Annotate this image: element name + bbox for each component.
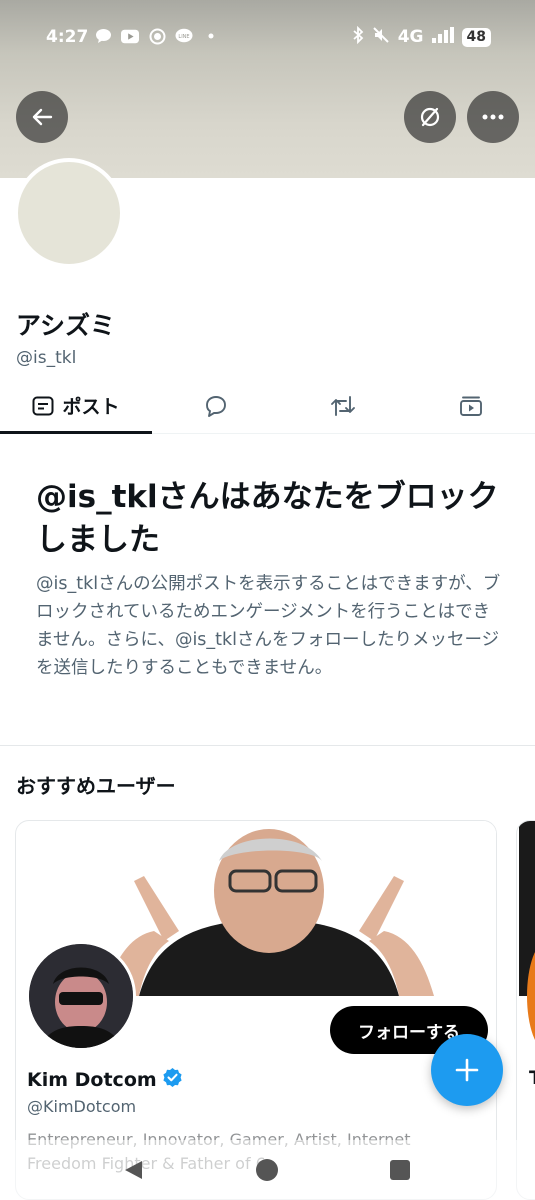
more-options-button[interactable] — [467, 91, 519, 143]
nav-recents-button[interactable] — [390, 1160, 410, 1180]
plus-icon — [455, 1058, 479, 1082]
tab-replies[interactable] — [186, 378, 246, 433]
chat-icon — [94, 27, 112, 45]
user-card-handle: @KimDotcom — [27, 1097, 137, 1116]
user-card-name-row: Kim Dotcom — [27, 1067, 183, 1092]
notification-icons: LINE — [94, 27, 220, 45]
dot-icon — [202, 27, 220, 45]
profile-tabs: ポスト — [0, 378, 535, 434]
user-card-name: Kim Dotcom — [27, 1068, 157, 1091]
tab-posts-label: ポスト — [62, 396, 120, 418]
section-divider — [0, 745, 535, 746]
post-icon — [32, 396, 54, 415]
back-button[interactable] — [16, 91, 68, 143]
tab-media[interactable] — [441, 378, 501, 433]
profile-avatar[interactable] — [14, 158, 124, 268]
battery-level: 48 — [461, 27, 491, 47]
blocked-notice-title: @is_tklさんはあなたをブロックしました — [36, 479, 499, 558]
repost-icon — [331, 395, 355, 416]
nav-back-button[interactable] — [122, 1159, 144, 1185]
line-icon: LINE — [175, 27, 193, 45]
triangle-back-icon — [125, 1161, 142, 1179]
tab-reposts[interactable] — [313, 378, 373, 433]
sync-off-icon — [420, 107, 440, 127]
blocked-notice-description: @is_tklさんの公開ポストを表示することはできますが、ブロックされているため… — [36, 574, 501, 678]
profile-display-name: アシズミ — [16, 311, 116, 340]
more-horizontal-icon — [482, 114, 504, 120]
next-card-name: T — [529, 1067, 535, 1089]
user-card-avatar[interactable] — [26, 941, 136, 1051]
recommended-users-title: おすすめユーザー — [16, 774, 176, 798]
status-time: 4:27 — [46, 27, 89, 47]
record-icon — [148, 27, 166, 45]
sync-off-button[interactable] — [404, 91, 456, 143]
profile-handle: @is_tkl — [16, 348, 77, 368]
status-bar: 4:27 LINE 4G 48 — [0, 0, 535, 72]
signal-icon — [431, 27, 454, 47]
network-type: 4G — [397, 27, 424, 47]
compose-post-button[interactable] — [431, 1034, 503, 1106]
bluetooth-icon — [352, 25, 364, 48]
tab-posts[interactable]: ポスト — [0, 378, 152, 434]
reply-icon — [206, 395, 226, 417]
media-icon — [460, 396, 482, 416]
svg-text:LINE: LINE — [178, 34, 189, 40]
verified-badge-icon — [162, 1067, 183, 1092]
system-status: 4G 48 — [352, 25, 491, 48]
tab-selected-indicator — [0, 431, 152, 434]
youtube-icon — [121, 27, 139, 45]
mute-icon — [372, 26, 390, 48]
system-navigation-bar — [0, 1140, 535, 1200]
nav-home-button[interactable] — [256, 1159, 278, 1181]
arrow-left-icon — [32, 108, 53, 126]
